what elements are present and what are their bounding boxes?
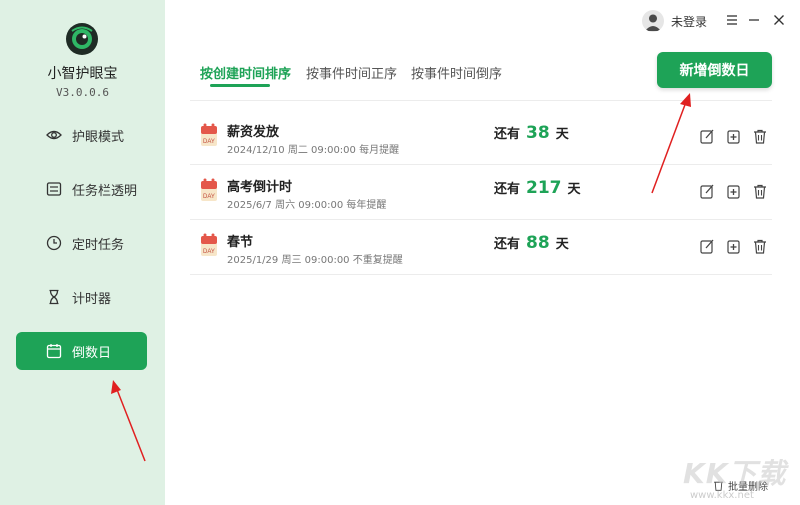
trash-icon[interactable] [753, 184, 767, 199]
sidebar-item-taskbar-transparent[interactable]: 任务栏透明 [16, 170, 147, 208]
active-tab-indicator [210, 84, 270, 87]
sidebar-item-timer[interactable]: 计时器 [16, 278, 147, 316]
event-title: 薪资发放 [227, 125, 280, 140]
add-to-desktop-icon[interactable] [727, 184, 741, 199]
calendar-icon [46, 344, 62, 359]
calendar-day-icon: DAY [201, 178, 217, 201]
event-datetime: 2025/1/29 周三 09:00:00 不重复提醒 [227, 255, 403, 266]
event-datetime: 2024/12/10 周二 09:00:00 每月提醒 [227, 145, 400, 156]
hourglass-icon [49, 289, 59, 305]
tab-sort-by-event-asc[interactable]: 按事件时间正序 [306, 63, 397, 82]
add-to-desktop-icon[interactable] [727, 239, 741, 254]
days-prefix: 还有 [494, 182, 521, 197]
user-login-label: 未登录 [671, 14, 708, 29]
taskbar-icon [46, 182, 62, 196]
days-suffix: 天 [555, 127, 569, 142]
close-icon[interactable] [772, 13, 786, 27]
svg-text:DAY: DAY [203, 249, 215, 255]
days-number: 217 [526, 178, 562, 198]
svg-text:DAY: DAY [203, 139, 215, 145]
list-item[interactable]: DAY 春节 2025/1/29 周三 09:00:00 不重复提醒 还有 88… [190, 220, 772, 275]
sidebar: 小智护眼宝 V3.0.0.6 护眼模式 任务栏透明 定时任务 计时器 倒数日 [0, 0, 165, 505]
days-remaining: 还有 88 天 [494, 233, 569, 253]
sidebar-item-countdown-day[interactable]: 倒数日 [16, 332, 147, 370]
trash-icon[interactable] [753, 239, 767, 254]
event-title: 春节 [227, 235, 254, 250]
edit-icon[interactable] [700, 239, 714, 254]
tab-sort-by-event-desc[interactable]: 按事件时间倒序 [411, 63, 502, 82]
sidebar-item-label: 护眼模式 [72, 129, 125, 145]
avatar [642, 10, 664, 32]
days-number: 38 [526, 123, 550, 143]
add-to-desktop-icon[interactable] [727, 129, 741, 144]
user-icon [645, 14, 661, 31]
eye-icon [46, 130, 62, 140]
list-item[interactable]: DAY 薪资发放 2024/12/10 周二 09:00:00 每月提醒 还有 … [190, 110, 772, 165]
event-datetime: 2025/6/7 周六 09:00:00 每年提醒 [227, 200, 387, 211]
sidebar-item-label: 定时任务 [72, 237, 125, 253]
sidebar-item-eye-protection[interactable]: 护眼模式 [16, 116, 147, 154]
tab-sort-by-created[interactable]: 按创建时间排序 [200, 63, 291, 82]
sidebar-item-label: 倒数日 [72, 345, 112, 361]
days-remaining: 还有 217 天 [494, 178, 581, 198]
app-window: 小智护眼宝 V3.0.0.6 护眼模式 任务栏透明 定时任务 计时器 倒数日 未… [0, 0, 800, 505]
watermark-url: www.kkx.net [690, 490, 754, 501]
divider [190, 100, 772, 101]
app-name: 小智护眼宝 [47, 66, 118, 82]
add-countdown-button[interactable]: 新增倒数日 [657, 52, 772, 88]
days-remaining: 还有 38 天 [494, 123, 569, 143]
user-login[interactable]: 未登录 [642, 10, 707, 32]
app-logo-icon [66, 23, 98, 55]
svg-text:DAY: DAY [203, 194, 215, 200]
menu-icon[interactable] [725, 13, 739, 27]
sidebar-item-label: 计时器 [72, 291, 112, 307]
trash-icon[interactable] [753, 129, 767, 144]
calendar-day-icon: DAY [201, 123, 217, 146]
sidebar-item-label: 任务栏透明 [72, 183, 138, 199]
days-suffix: 天 [555, 237, 569, 252]
calendar-day-icon: DAY [201, 233, 217, 256]
clock-icon [46, 235, 62, 251]
event-title: 高考倒计时 [227, 180, 293, 195]
days-suffix: 天 [567, 182, 581, 197]
minimize-icon[interactable] [747, 13, 761, 27]
app-version: V3.0.0.6 [56, 86, 109, 99]
sidebar-item-scheduled-task[interactable]: 定时任务 [16, 224, 147, 262]
days-prefix: 还有 [494, 127, 521, 142]
edit-icon[interactable] [700, 184, 714, 199]
list-item[interactable]: DAY 高考倒计时 2025/6/7 周六 09:00:00 每年提醒 还有 2… [190, 165, 772, 220]
days-number: 88 [526, 233, 550, 253]
watermark: KK下载 [683, 457, 787, 490]
edit-icon[interactable] [700, 129, 714, 144]
days-prefix: 还有 [494, 237, 521, 252]
